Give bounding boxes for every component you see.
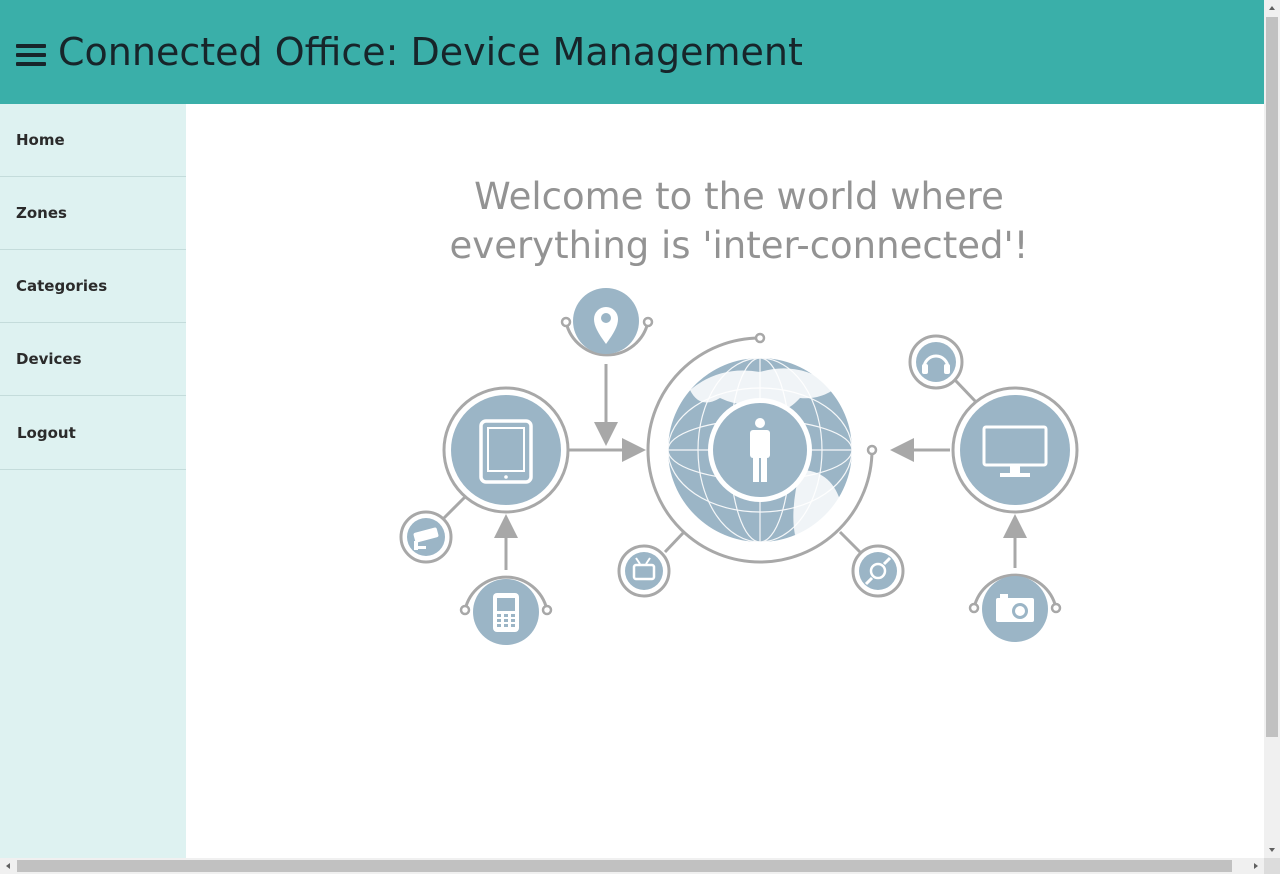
scroll-right-arrow-icon[interactable] xyxy=(1248,858,1264,874)
vertical-scrollbar-thumb[interactable] xyxy=(1266,17,1278,737)
tablet-icon xyxy=(442,386,570,514)
map-pin-icon xyxy=(573,288,639,354)
camera-icon xyxy=(982,576,1048,642)
horizontal-scrollbar-thumb[interactable] xyxy=(17,860,1232,872)
sidebar-item-categories[interactable]: Categories xyxy=(0,250,186,323)
mobile-phone-icon xyxy=(473,579,539,645)
horizontal-scrollbar[interactable] xyxy=(0,858,1264,874)
cctv-camera-icon xyxy=(399,510,453,564)
sidebar-item-home[interactable]: Home xyxy=(0,104,186,177)
app-title: Connected Office: Device Management xyxy=(58,30,803,74)
app-header: Connected Office: Device Management xyxy=(0,0,1264,104)
scroll-up-arrow-icon[interactable] xyxy=(1264,0,1280,16)
vertical-scrollbar[interactable] xyxy=(1264,0,1280,858)
sidebar-item-zones[interactable]: Zones xyxy=(0,177,186,250)
scroll-left-arrow-icon[interactable] xyxy=(0,858,16,874)
sidebar-item-logout[interactable]: Logout xyxy=(0,396,186,470)
monitor-icon xyxy=(951,386,1079,514)
iot-illustration xyxy=(399,288,1079,645)
watch-icon xyxy=(851,544,905,598)
sidebar-item-devices[interactable]: Devices xyxy=(0,323,186,396)
main-content: Welcome to the world where everything is… xyxy=(186,104,1264,858)
scroll-down-arrow-icon[interactable] xyxy=(1264,842,1280,858)
page: Connected Office: Device Management Home… xyxy=(0,0,1264,858)
globe-person-icon xyxy=(667,357,853,543)
hamburger-menu-icon[interactable] xyxy=(16,44,46,66)
scrollbar-corner xyxy=(1264,858,1280,874)
headphones-icon xyxy=(908,334,964,390)
sidebar: Home Zones Categories Devices Logout xyxy=(0,104,186,858)
tv-icon xyxy=(617,544,671,598)
